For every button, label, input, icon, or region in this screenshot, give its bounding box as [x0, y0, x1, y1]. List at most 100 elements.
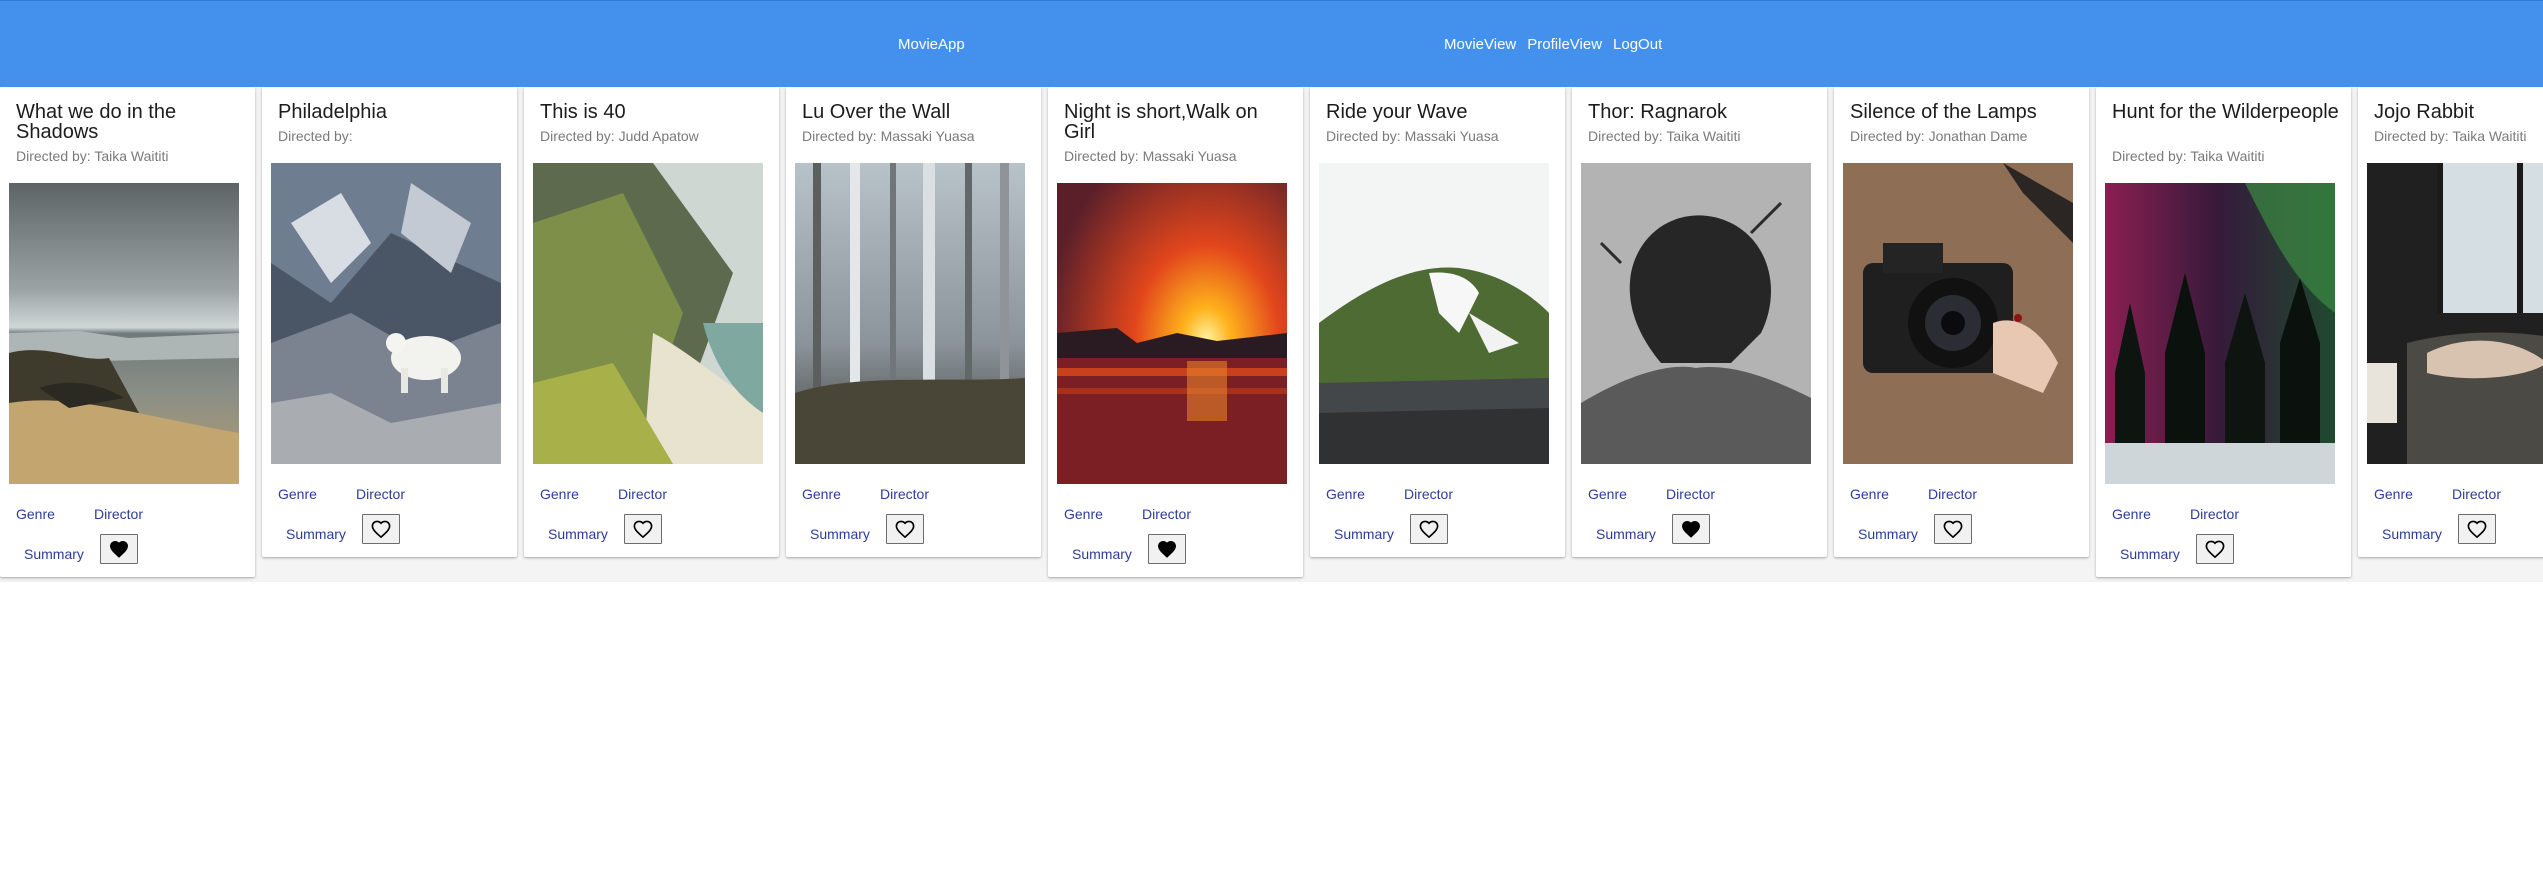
movie-image [1319, 163, 1549, 464]
movie-image-art [2105, 183, 2335, 484]
movie-image [271, 163, 501, 464]
heart-outline-icon [895, 520, 915, 538]
nav-logout[interactable]: LogOut [1613, 36, 1662, 54]
genre-button[interactable]: Genre [1326, 486, 1365, 502]
top-toolbar: MovieApp MovieView ProfileView LogOut [0, 0, 2543, 87]
summary-button[interactable]: Summary [1072, 546, 1132, 562]
heart-outline-icon [633, 520, 653, 538]
favorite-toggle-button[interactable] [362, 514, 400, 544]
movie-image [1843, 163, 2073, 464]
favorite-toggle-button[interactable] [886, 514, 924, 544]
movie-director-line: Directed by: [278, 128, 353, 144]
movie-title: Hunt for the Wilderpeople [2112, 101, 2339, 123]
movie-card: Philadelphia Directed by: Genre Director… [262, 87, 517, 557]
movie-image-art [533, 163, 763, 464]
director-button[interactable]: Director [1928, 486, 1977, 502]
nav-profile-view[interactable]: ProfileView [1527, 36, 1602, 54]
movie-card: Thor: Ragnarok Directed by: Taika Waitit… [1572, 87, 1827, 557]
movie-card: What we do in the Shadows Directed by: T… [0, 87, 255, 577]
movie-director-line: Directed by: Taika Waititi [2374, 128, 2527, 144]
summary-button[interactable]: Summary [2382, 526, 2442, 542]
genre-button[interactable]: Genre [2374, 486, 2413, 502]
brand-link[interactable]: MovieApp [898, 36, 965, 54]
favorite-toggle-button[interactable] [1148, 534, 1186, 564]
summary-button[interactable]: Summary [286, 526, 346, 542]
movie-card: Hunt for the Wilderpeople Directed by: T… [2096, 87, 2351, 577]
main-nav: MovieView ProfileView LogOut [1444, 36, 1662, 54]
movie-card: Night is short,Walk on Girl Directed by:… [1048, 87, 1303, 577]
movie-image-art [1319, 163, 1549, 464]
movie-card: Lu Over the Wall Directed by: Massaki Yu… [786, 87, 1041, 557]
movie-card: This is 40 Directed by: Judd Apatow Genr… [524, 87, 779, 557]
genre-button[interactable]: Genre [1588, 486, 1627, 502]
movie-director-line: Directed by: Massaki Yuasa [1064, 148, 1237, 164]
favorite-toggle-button[interactable] [1934, 514, 1972, 544]
favorite-toggle-button[interactable] [624, 514, 662, 544]
favorite-toggle-button[interactable] [1672, 514, 1710, 544]
director-button[interactable]: Director [1666, 486, 1715, 502]
director-button[interactable]: Director [1404, 486, 1453, 502]
movie-director-line: Directed by: Taika Waititi [2112, 148, 2265, 164]
favorite-toggle-button[interactable] [2196, 534, 2234, 564]
summary-button[interactable]: Summary [24, 546, 84, 562]
movie-image [1581, 163, 1811, 464]
summary-button[interactable]: Summary [1596, 526, 1656, 542]
movie-title: This is 40 [540, 101, 626, 123]
movie-image [1057, 183, 1287, 484]
movie-title: What we do in the Shadows [16, 101, 177, 143]
summary-button[interactable]: Summary [1858, 526, 1918, 542]
movie-strip[interactable]: What we do in the Shadows Directed by: T… [0, 87, 2543, 582]
movie-director-line: Directed by: Jonathan Dame [1850, 128, 2028, 144]
summary-button[interactable]: Summary [1334, 526, 1394, 542]
director-button[interactable]: Director [880, 486, 929, 502]
favorite-toggle-button[interactable] [2458, 514, 2496, 544]
heart-outline-icon [371, 520, 391, 538]
genre-button[interactable]: Genre [278, 486, 317, 502]
genre-button[interactable]: Genre [540, 486, 579, 502]
movie-image-art [1057, 183, 1287, 484]
heart-filled-icon [1681, 520, 1701, 538]
genre-button[interactable]: Genre [1850, 486, 1889, 502]
favorite-toggle-button[interactable] [1410, 514, 1448, 544]
horizontal-scrollbar[interactable] [0, 581, 2543, 582]
movie-card: Silence of the Lamps Directed by: Jonath… [1834, 87, 2089, 557]
movie-image-art [9, 183, 239, 484]
movie-title: Silence of the Lamps [1850, 101, 2037, 123]
director-button[interactable]: Director [94, 506, 143, 522]
director-button[interactable]: Director [2452, 486, 2501, 502]
summary-button[interactable]: Summary [810, 526, 870, 542]
heart-filled-icon [1157, 540, 1177, 558]
director-button[interactable]: Director [356, 486, 405, 502]
summary-button[interactable]: Summary [2120, 546, 2180, 562]
summary-button[interactable]: Summary [548, 526, 608, 542]
movie-title: Lu Over the Wall [802, 101, 951, 123]
director-button[interactable]: Director [618, 486, 667, 502]
movie-title: Thor: Ragnarok [1588, 101, 1727, 123]
genre-button[interactable]: Genre [1064, 506, 1103, 522]
director-button[interactable]: Director [1142, 506, 1191, 522]
movie-image-art [795, 163, 1025, 464]
movie-title: Ride your Wave [1326, 101, 1468, 123]
heart-filled-icon [109, 540, 129, 558]
heart-outline-icon [1419, 520, 1439, 538]
heart-outline-icon [2467, 520, 2487, 538]
genre-button[interactable]: Genre [802, 486, 841, 502]
movie-image [2367, 163, 2543, 464]
nav-movie-view[interactable]: MovieView [1444, 36, 1516, 54]
director-button[interactable]: Director [2190, 506, 2239, 522]
genre-button[interactable]: Genre [2112, 506, 2151, 522]
heart-outline-icon [2205, 540, 2225, 558]
favorite-toggle-button[interactable] [100, 534, 138, 564]
movie-card: Ride your Wave Directed by: Massaki Yuas… [1310, 87, 1565, 557]
movie-director-line: Directed by: Massaki Yuasa [1326, 128, 1499, 144]
movie-title: Night is short,Walk on Girl [1064, 101, 1258, 143]
genre-button[interactable]: Genre [16, 506, 55, 522]
movie-image-art [1581, 163, 1811, 464]
movie-director-line: Directed by: Massaki Yuasa [802, 128, 975, 144]
heart-outline-icon [1943, 520, 1963, 538]
movie-image [2105, 183, 2335, 484]
movie-director-line: Directed by: Taika Waititi [1588, 128, 1741, 144]
movie-image-art [2367, 163, 2543, 464]
movie-director-line: Directed by: Judd Apatow [540, 128, 699, 144]
movie-director-line: Directed by: Taika Waititi [16, 148, 169, 164]
